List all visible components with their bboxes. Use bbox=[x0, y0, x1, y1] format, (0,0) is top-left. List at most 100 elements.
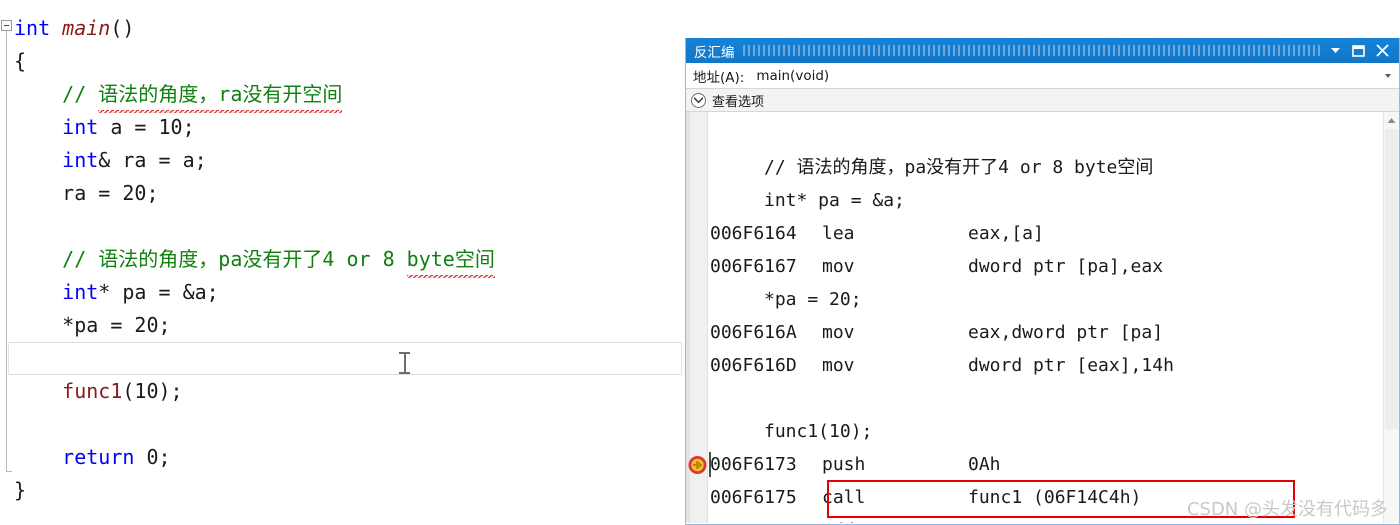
disassembly-window[interactable]: 反汇编 地址(A): main(void) 查看选项 // 语法的角度，pa没有… bbox=[685, 38, 1400, 525]
disassembly-source-line[interactable]: int* pa = &a; bbox=[686, 184, 1383, 217]
current-execution-point-icon[interactable] bbox=[688, 455, 707, 474]
code-line-current[interactable] bbox=[8, 342, 682, 375]
instruction-operands: func1 (06F14C4h) bbox=[968, 487, 1142, 508]
code-token: & ra = a; bbox=[98, 148, 207, 172]
code-line[interactable] bbox=[0, 210, 690, 243]
instruction-address: 006F6167 bbox=[710, 256, 797, 277]
code-token: 0; bbox=[134, 445, 171, 469]
instruction-operands: 0Ah bbox=[968, 454, 1001, 475]
disassembly-source-line[interactable]: *pa = 20; bbox=[686, 283, 1383, 316]
code-token: int bbox=[62, 115, 99, 139]
code-line[interactable]: } bbox=[0, 474, 690, 507]
instruction-mnemonic: mov bbox=[822, 256, 855, 277]
disassembly-instruction-row[interactable]: 006F6164 lea eax,[a] bbox=[686, 217, 1383, 250]
source-text: *pa = 20; bbox=[764, 289, 862, 310]
spellcheck-squiggle-text: 语法的角度，ra没有开空间 bbox=[98, 78, 343, 114]
code-token: // bbox=[62, 82, 99, 106]
address-value: main(void) bbox=[756, 67, 830, 84]
code-line[interactable]: ra = 20; bbox=[0, 177, 690, 210]
source-code-editor[interactable]: int main() { // 语法的角度，ra没有开空间 int a = 10;… bbox=[0, 0, 690, 525]
disassembly-instruction-row[interactable]: 006F616D mov dword ptr [eax],14h bbox=[686, 349, 1383, 382]
disassembly-blank-line bbox=[686, 382, 1383, 415]
code-token: func1 bbox=[62, 379, 123, 403]
code-line[interactable]: // 语法的角度，pa没有开了4 or 8 byte空间 bbox=[0, 243, 690, 279]
instruction-operands: dword ptr [pa],eax bbox=[968, 256, 1164, 277]
code-line[interactable]: int main() bbox=[0, 12, 690, 45]
vertical-scrollbar[interactable] bbox=[1383, 112, 1399, 523]
execution-line-bar bbox=[709, 452, 711, 477]
instruction-mnemonic: lea bbox=[822, 223, 855, 244]
close-icon[interactable] bbox=[1376, 44, 1389, 57]
code-token: () bbox=[110, 16, 135, 40]
code-token: * pa = &a; bbox=[98, 280, 219, 304]
code-token: { bbox=[14, 49, 27, 73]
scrollbar-track[interactable] bbox=[1385, 430, 1398, 523]
code-token: (10); bbox=[122, 379, 183, 403]
code-line[interactable]: { bbox=[0, 45, 690, 78]
code-line[interactable] bbox=[0, 408, 690, 441]
disassembly-instruction-row[interactable]: 006F6167 mov dword ptr [pa],eax bbox=[686, 250, 1383, 283]
code-line[interactable]: *pa = 20; bbox=[0, 309, 690, 342]
disassembly-instruction-row[interactable]: 006F616A mov eax,dword ptr [pa] bbox=[686, 316, 1383, 349]
disassembly-blank-line bbox=[686, 118, 1383, 151]
address-dropdown-arrow-icon[interactable] bbox=[1385, 73, 1391, 78]
address-bar-row: 地址(A): main(void) bbox=[686, 63, 1399, 89]
disassembly-instruction-row[interactable]: 006F6175 call func1 (06F14C4h) bbox=[686, 481, 1383, 514]
disassembly-instruction-row[interactable]: 006F617Aaddesp,4 bbox=[686, 514, 1383, 523]
code-line[interactable]: int* pa = &a; bbox=[0, 276, 690, 309]
screenshot-root: int main() { // 语法的角度，ra没有开空间 int a = 10;… bbox=[0, 0, 1400, 525]
source-code-lines[interactable]: int main() { // 语法的角度，ra没有开空间 int a = 10;… bbox=[0, 0, 690, 507]
disassembly-instruction-row[interactable]: 006F6173 push 0Ah bbox=[686, 448, 1383, 481]
instruction-address: 006F617A bbox=[710, 514, 822, 523]
code-line[interactable]: int& ra = a; bbox=[0, 144, 690, 177]
instruction-operands: eax,dword ptr [pa] bbox=[968, 322, 1164, 343]
instruction-address: 006F6164 bbox=[710, 223, 797, 244]
address-label: 地址(A): bbox=[693, 69, 745, 86]
code-token: int bbox=[62, 280, 99, 304]
address-combobox[interactable]: main(void) bbox=[754, 65, 1397, 86]
view-options-label: 查看选项 bbox=[712, 94, 765, 110]
code-line[interactable]: int a = 10; bbox=[0, 111, 690, 144]
code-line[interactable]: func1(10); bbox=[0, 375, 690, 408]
scrollbar-thumb[interactable] bbox=[1385, 129, 1398, 429]
view-options-toolbar[interactable]: 查看选项 bbox=[686, 89, 1399, 112]
instruction-operands: eax,[a] bbox=[968, 223, 1044, 244]
maximize-icon[interactable] bbox=[1352, 44, 1365, 57]
instruction-mnemonic: add bbox=[822, 514, 968, 523]
code-token: // 语法的角度，pa没有开了4 or 8 bbox=[62, 247, 407, 271]
disassembly-body[interactable]: // 语法的角度，pa没有开了4 or 8 byte空间 int* pa = &a… bbox=[686, 112, 1399, 523]
instruction-mnemonic: call bbox=[822, 487, 866, 508]
chevron-down-circle-icon[interactable] bbox=[691, 92, 706, 108]
code-line[interactable]: return 0; bbox=[0, 441, 690, 474]
code-token: main bbox=[62, 16, 111, 40]
instruction-address: 006F6175 bbox=[710, 487, 797, 508]
source-text: // 语法的角度，pa没有开了4 or 8 byte空间 bbox=[764, 157, 1154, 178]
instruction-address: 006F616A bbox=[710, 322, 797, 343]
disassembly-source-line[interactable]: func1(10); bbox=[686, 415, 1383, 448]
code-token: return bbox=[62, 445, 135, 469]
instruction-mnemonic: push bbox=[822, 454, 866, 475]
code-token: } bbox=[14, 478, 27, 502]
code-line[interactable]: // 语法的角度，ra没有开空间 bbox=[0, 78, 690, 114]
code-token: ra = 20; bbox=[62, 181, 159, 205]
spellcheck-squiggle-text: byte空间 bbox=[406, 243, 495, 279]
instruction-address: 006F616D bbox=[710, 355, 797, 376]
instruction-mnemonic: mov bbox=[822, 322, 855, 343]
instruction-address: 006F6173 bbox=[710, 454, 797, 475]
code-token: int bbox=[14, 16, 63, 40]
disassembly-source-line[interactable]: // 语法的角度，pa没有开了4 or 8 byte空间 bbox=[686, 151, 1383, 184]
scroll-up-arrow-icon[interactable] bbox=[1384, 112, 1399, 128]
disassembly-lines[interactable]: // 语法的角度，pa没有开了4 or 8 byte空间 int* pa = &a… bbox=[686, 112, 1383, 523]
title-bar-grip bbox=[742, 45, 1322, 56]
chevron-down-icon[interactable] bbox=[1330, 46, 1341, 55]
code-token: a = 10; bbox=[98, 115, 195, 139]
disassembly-title-bar[interactable]: 反汇编 bbox=[686, 38, 1399, 63]
